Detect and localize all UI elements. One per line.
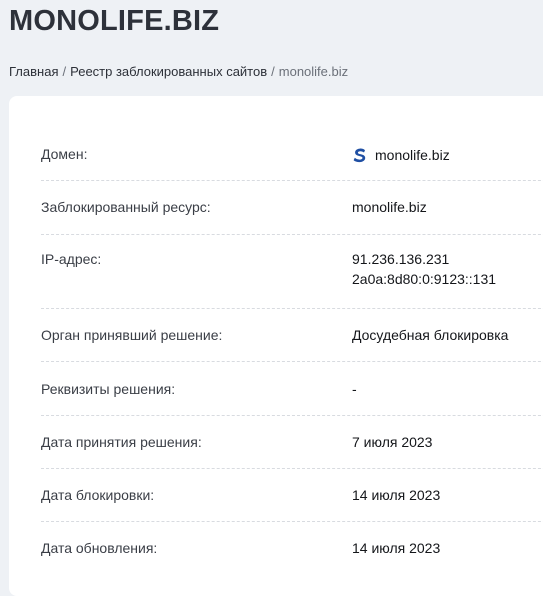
detail-value: monolife.biz	[352, 145, 450, 165]
detail-value: Досудебная блокировка	[352, 327, 509, 343]
breadcrumb-link-registry[interactable]: Реестр заблокированных сайтов	[70, 64, 267, 79]
page-title: MONOLIFE.BIZ	[9, 5, 220, 37]
breadcrumb-separator: /	[271, 64, 275, 79]
detail-label: Реквизиты решения:	[41, 381, 176, 397]
detail-row-blocked-resource: Заблокированный ресурс: monolife.biz	[41, 181, 543, 235]
breadcrumb-separator: /	[62, 64, 67, 79]
detail-label: IP-адрес:	[41, 251, 102, 267]
detail-label: Орган принявший решение:	[41, 327, 223, 343]
detail-row-decision-details: Реквизиты решения: -	[41, 362, 543, 416]
domain-value[interactable]: monolife.biz	[375, 147, 450, 163]
detail-value: 91.236.136.231 2a0a:8d80:0:9123::131	[352, 249, 496, 289]
detail-value: -	[352, 381, 357, 397]
ip-v6-value: 2a0a:8d80:0:9123::131	[352, 271, 497, 287]
detail-row-decision-date: Дата принятия решения: 7 июля 2023	[41, 416, 543, 469]
detail-label: Дата обновления:	[41, 540, 158, 556]
detail-value: monolife.biz	[352, 199, 427, 215]
detail-value: 7 июля 2023	[352, 434, 433, 450]
breadcrumb-link-home[interactable]: Главная	[9, 64, 58, 79]
breadcrumb: Главная / Реестр заблокированных сайтов / mo…	[9, 63, 348, 81]
detail-label: Заблокированный ресурс:	[41, 199, 211, 215]
detail-value: 14 июля 2023	[352, 487, 441, 503]
breadcrumb-current: monolife.biz	[278, 64, 349, 79]
detail-label: Дата блокировки:	[41, 487, 155, 503]
detail-row-domain: Домен: monolife.biz	[41, 128, 543, 181]
domain-details-card: Домен: monolife.biz Заблокированный ресу…	[9, 96, 543, 596]
detail-value: 14 июля 2023	[352, 540, 441, 556]
detail-row-authority: Орган принявший решение: Досудебная блок…	[41, 309, 543, 362]
detail-row-update-date: Дата обновления: 14 июля 2023	[41, 522, 543, 575]
ip-v4-value: 91.236.136.231	[352, 251, 450, 267]
site-favicon-s-icon	[353, 148, 366, 163]
detail-label: Дата принятия решения:	[41, 434, 202, 450]
detail-row-ip-address: IP-адрес: 91.236.136.231 2a0a:8d80:0:912…	[41, 235, 543, 309]
detail-row-block-date: Дата блокировки: 14 июля 2023	[41, 469, 543, 522]
detail-label: Домен:	[41, 146, 88, 162]
